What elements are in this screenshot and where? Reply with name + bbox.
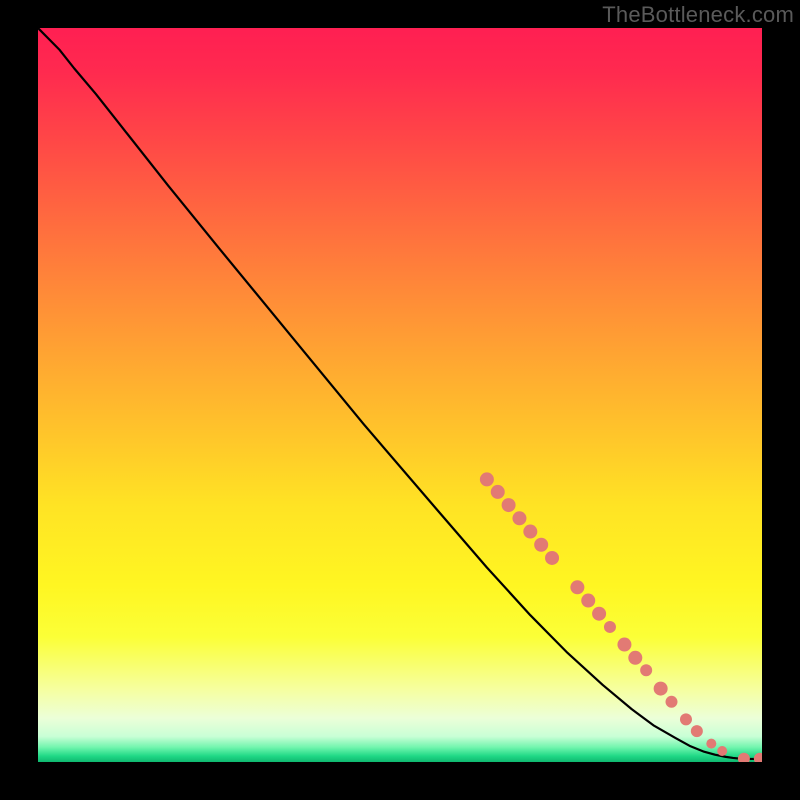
data-marker — [491, 485, 505, 499]
gradient-background — [38, 28, 762, 762]
data-marker — [654, 682, 668, 696]
chart-frame: TheBottleneck.com — [0, 0, 800, 800]
chart-svg — [38, 28, 762, 762]
data-marker — [666, 696, 678, 708]
watermark-text: TheBottleneck.com — [602, 2, 794, 28]
data-marker — [717, 746, 727, 756]
data-marker — [570, 580, 584, 594]
data-marker — [691, 725, 703, 737]
data-marker — [617, 638, 631, 652]
data-marker — [706, 739, 716, 749]
data-marker — [581, 594, 595, 608]
plot-area — [38, 28, 762, 762]
data-marker — [523, 525, 537, 539]
data-marker — [640, 664, 652, 676]
data-marker — [680, 713, 692, 725]
data-marker — [480, 472, 494, 486]
data-marker — [545, 551, 559, 565]
data-marker — [628, 651, 642, 665]
data-marker — [502, 498, 516, 512]
data-marker — [604, 621, 616, 633]
data-marker — [534, 538, 548, 552]
data-marker — [512, 511, 526, 525]
data-marker — [592, 607, 606, 621]
